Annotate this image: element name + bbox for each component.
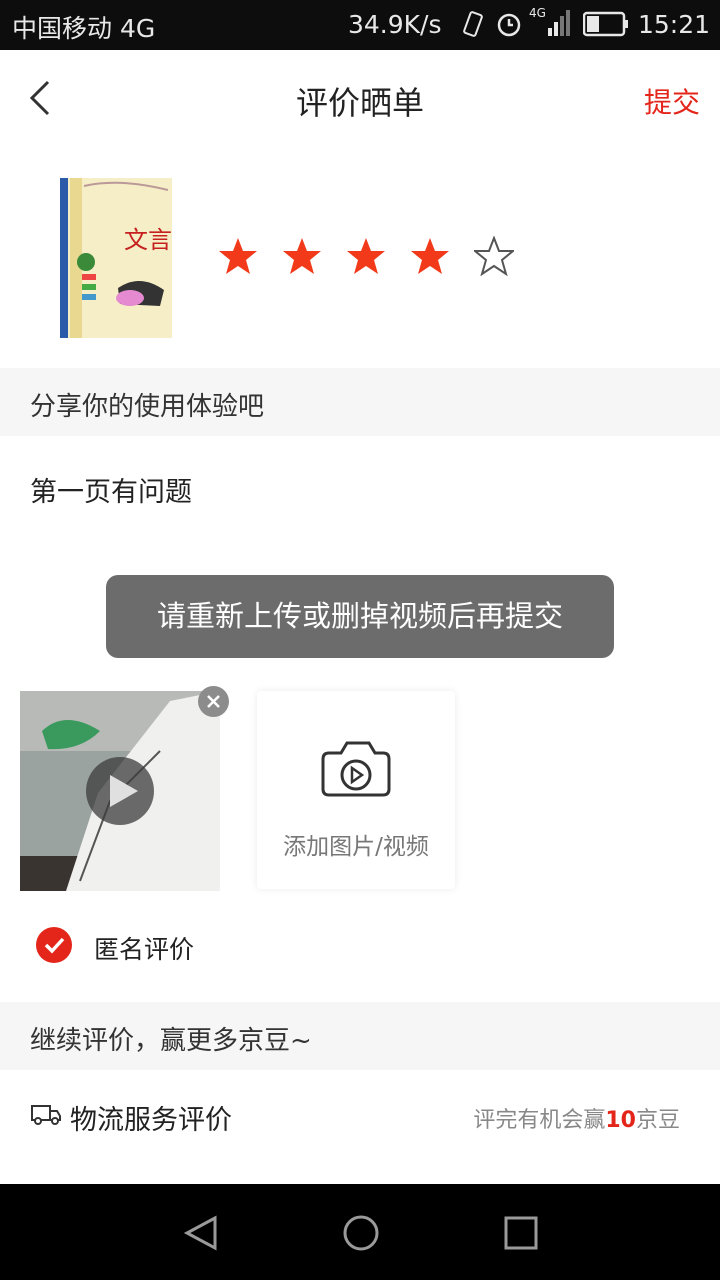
error-toast: 请重新上传或删掉视频后再提交 <box>106 575 614 658</box>
add-media-button[interactable]: 添加图片/视频 <box>257 691 455 889</box>
recents-square-icon[interactable] <box>503 1215 539 1251</box>
jingdou-hint: 评完有机会赢10京豆 <box>473 1102 680 1134</box>
status-bar: 中国移动 4G 34.9K/s 4G 15:21 <box>0 0 720 50</box>
header-bar: 评价晒单 提交 <box>0 50 720 146</box>
add-media-label: 添加图片/视频 <box>283 834 429 860</box>
alarm-icon <box>497 13 521 37</box>
logistics-rating-row[interactable]: 物流服务评价 评完有机会赢10京豆 <box>0 1070 720 1184</box>
product-image[interactable]: 文言文 <box>60 178 172 338</box>
star-rating[interactable] <box>218 236 514 276</box>
remove-video-button[interactable] <box>198 686 229 717</box>
experience-heading: 分享你的使用体验吧 <box>30 392 265 422</box>
anonymous-label: 匿名评价 <box>94 935 195 964</box>
product-rating-row: 文言文 <box>0 146 720 368</box>
product-cover-title: 文言文 <box>124 226 172 254</box>
page-title: 评价晒单 <box>295 84 424 122</box>
check-icon <box>44 937 65 954</box>
home-circle-icon[interactable] <box>342 1214 380 1252</box>
uploaded-video-thumbnail[interactable] <box>20 691 220 891</box>
star-empty-icon[interactable] <box>474 236 514 276</box>
star-filled-icon[interactable] <box>410 236 450 276</box>
truck-icon <box>31 1105 61 1125</box>
clock: 15:21 <box>638 10 711 39</box>
anonymous-row[interactable]: 匿名评价 <box>0 910 720 980</box>
hint-suffix: 京豆 <box>635 1108 680 1133</box>
logistics-label: 物流服务评价 <box>70 1105 232 1136</box>
anonymous-checkbox[interactable] <box>36 927 72 963</box>
camera-video-icon <box>321 741 391 797</box>
carrier-label: 中国移动 4G <box>12 14 156 43</box>
hint-prefix: 评完有机会赢 <box>473 1108 606 1133</box>
hint-number: 10 <box>605 1108 636 1133</box>
star-filled-icon[interactable] <box>282 236 322 276</box>
vibrate-icon <box>463 11 483 37</box>
back-triangle-icon[interactable] <box>182 1214 220 1252</box>
experience-section-header: 分享你的使用体验吧 <box>0 368 720 436</box>
system-navigation-bar <box>0 1184 720 1280</box>
continue-heading: 继续评价，赢更多京豆~ <box>30 1026 312 1056</box>
continue-section-header: 继续评价，赢更多京豆~ <box>0 1002 720 1070</box>
star-filled-icon[interactable] <box>218 236 258 276</box>
review-textarea[interactable]: 第一页有问题 <box>30 470 192 509</box>
star-filled-icon[interactable] <box>346 236 386 276</box>
network-speed: 34.9K/s <box>348 10 442 39</box>
close-icon <box>207 695 220 708</box>
submit-button[interactable]: 提交 <box>644 81 700 121</box>
signal-icon <box>548 10 570 36</box>
battery-icon <box>583 11 628 37</box>
video-frame-image <box>20 691 220 891</box>
